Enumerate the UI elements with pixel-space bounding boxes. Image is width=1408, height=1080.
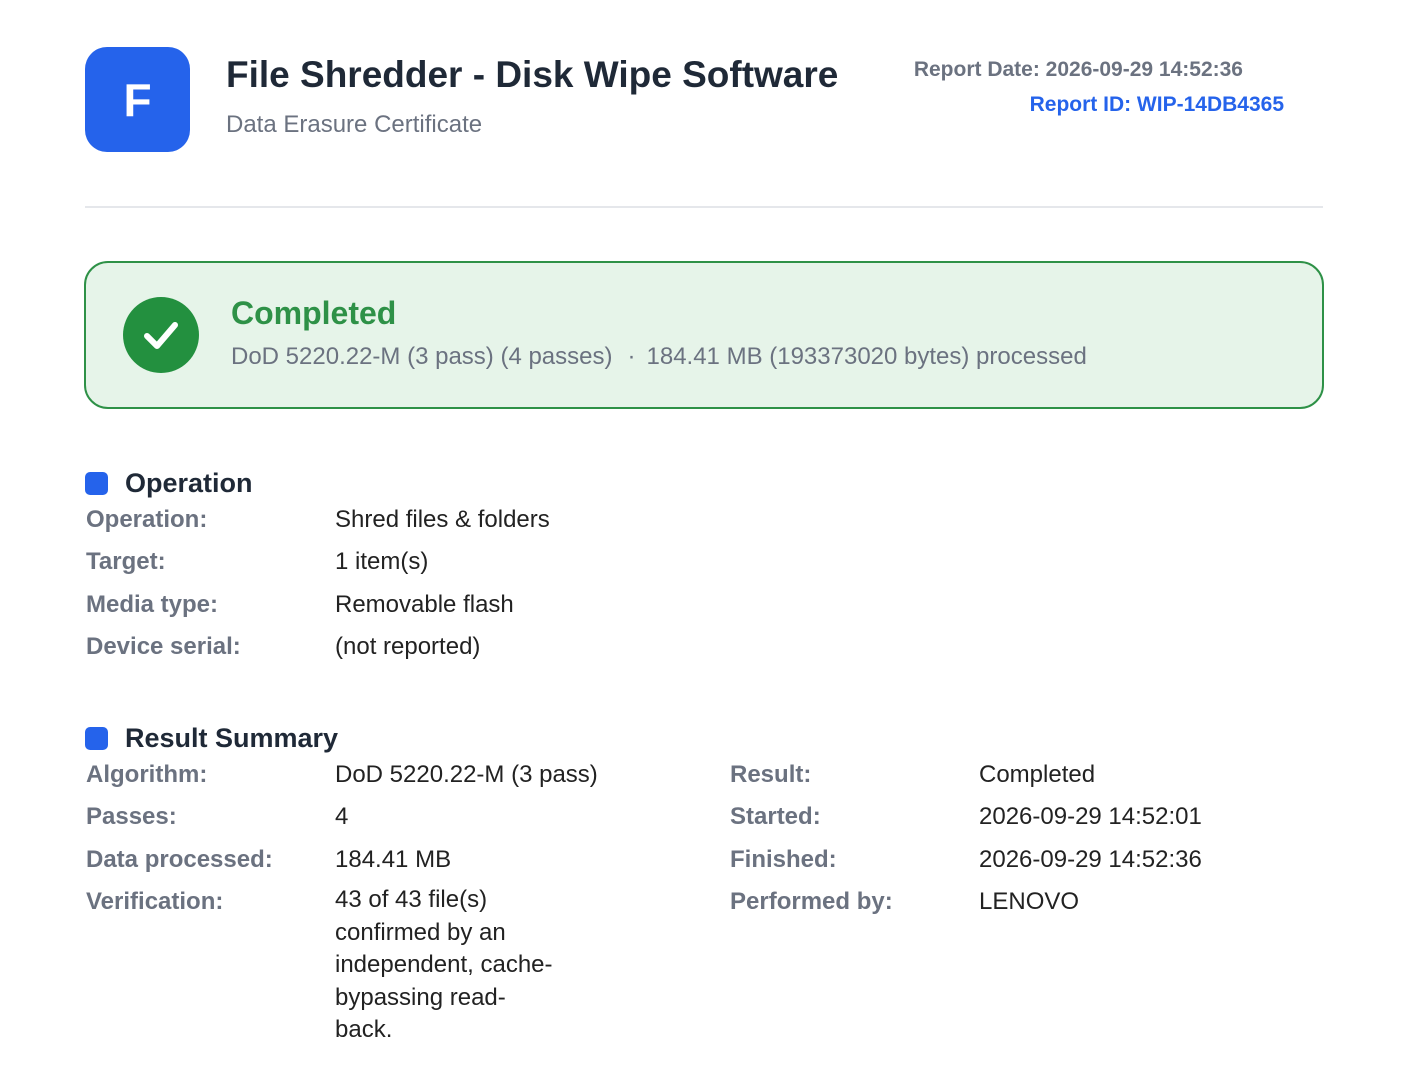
algorithm-value: DoD 5220.22-M (3 pass) bbox=[335, 761, 598, 788]
device-serial-value: (not reported) bbox=[335, 633, 481, 660]
status-separator: · bbox=[627, 343, 636, 370]
started-label: Started: bbox=[730, 803, 821, 830]
target-value: 1 item(s) bbox=[335, 548, 429, 575]
algorithm-label: Algorithm: bbox=[86, 761, 208, 788]
header-divider bbox=[85, 206, 1323, 208]
verification-value: 43 of 43 file(s) confirmed by an indepen… bbox=[335, 886, 553, 1043]
app-title: File Shredder - Disk Wipe Software bbox=[226, 54, 839, 95]
certificate-subtitle: Data Erasure Certificate bbox=[226, 111, 483, 138]
operation-heading-text: Operation bbox=[125, 468, 253, 498]
media-type-label: Media type: bbox=[86, 591, 219, 618]
verification-label: Verification: bbox=[86, 888, 224, 915]
status-banner: Completed DoD 5220.22-M (3 pass) (4 pass… bbox=[84, 261, 1324, 409]
result-label: Result: bbox=[730, 761, 812, 788]
started-value: 2026-09-29 14:52:01 bbox=[979, 803, 1202, 830]
report-id: Report ID: WIP-14DB4365 bbox=[1029, 93, 1284, 116]
performed-by-value: LENOVO bbox=[979, 888, 1080, 915]
section-marker-icon bbox=[85, 727, 108, 750]
report-date: Report Date: 2026-09-29 14:52:36 bbox=[913, 58, 1243, 81]
data-processed-value: 184.41 MB bbox=[335, 846, 452, 873]
data-processed-label: Data processed: bbox=[86, 846, 273, 873]
device-serial-label: Device serial: bbox=[86, 633, 241, 660]
passes-value: 4 bbox=[335, 803, 349, 830]
status-title: Completed bbox=[231, 295, 397, 331]
section-marker-icon bbox=[85, 472, 108, 495]
status-processed: 184.41 MB (193373020 bytes) processed bbox=[646, 343, 1087, 370]
media-type-value: Removable flash bbox=[335, 591, 514, 618]
performed-by-label: Performed by: bbox=[730, 888, 893, 915]
finished-value: 2026-09-29 14:52:36 bbox=[979, 846, 1202, 873]
result-summary-heading: Result Summary bbox=[85, 723, 338, 754]
status-detail: DoD 5220.22-M (3 pass) (4 passes) · 184.41… bbox=[231, 343, 1087, 371]
check-circle-icon bbox=[123, 297, 199, 373]
passes-label: Passes: bbox=[86, 803, 177, 830]
app-logo: F bbox=[85, 47, 190, 152]
operation-heading: Operation bbox=[85, 468, 253, 499]
status-method: DoD 5220.22-M (3 pass) (4 passes) bbox=[231, 343, 613, 370]
finished-label: Finished: bbox=[730, 846, 837, 873]
operation-value: Shred files & folders bbox=[335, 506, 550, 533]
logo-letter: F bbox=[123, 73, 152, 126]
result-summary-heading-text: Result Summary bbox=[125, 723, 339, 753]
target-label: Target: bbox=[86, 548, 166, 575]
operation-label: Operation: bbox=[86, 506, 208, 533]
result-value: Completed bbox=[979, 761, 1096, 788]
